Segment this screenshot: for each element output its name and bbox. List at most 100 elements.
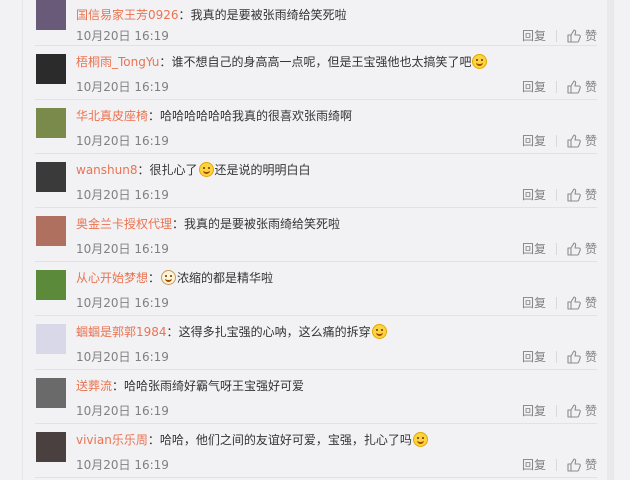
action-divider bbox=[555, 459, 557, 471]
like-label: 赞 bbox=[584, 29, 597, 43]
like-button[interactable]: 赞 bbox=[567, 348, 597, 365]
comment-timestamp: 10月20日 16:19 bbox=[76, 80, 169, 94]
comment-username[interactable]: wanshun8 bbox=[76, 163, 137, 177]
comment-actions: 回复 赞 bbox=[522, 294, 597, 311]
reply-button[interactable]: 回复 bbox=[522, 186, 546, 203]
reply-button[interactable]: 回复 bbox=[522, 348, 546, 365]
comment-content: 梧桐雨_TongYu：谁不想自己的身高高一点呢，但是王宝强他也太搞笑了吧 bbox=[76, 54, 597, 70]
comment-text: 哈哈，他们之间的友谊好可爱，宝强，扎心了吗 bbox=[159, 433, 412, 447]
comments-panel: 国信易家王芳0926：我真的是要被张雨绮给笑死啦 10月20日 16:19 回复赞梧… bbox=[22, 0, 614, 480]
avatar[interactable] bbox=[36, 270, 66, 300]
action-divider bbox=[555, 351, 557, 363]
like-button[interactable]: 赞 bbox=[567, 186, 597, 203]
laugh-cry-emoji bbox=[198, 162, 214, 177]
reply-button[interactable]: 回复 bbox=[522, 456, 546, 473]
comment-text: 这得多扎宝强的心呐，这么痛的拆穿 bbox=[178, 325, 371, 339]
comment-item: 送葬流：哈哈张雨绮好霸气呀王宝强好可爱 10月20日 16:19 回复 赞 bbox=[35, 370, 597, 424]
like-label: 赞 bbox=[584, 458, 597, 472]
like-button[interactable]: 赞 bbox=[567, 294, 597, 311]
thumbs-up-icon bbox=[567, 404, 581, 418]
like-button[interactable]: 赞 bbox=[567, 78, 597, 95]
comment-separator: ： bbox=[148, 271, 161, 285]
like-button[interactable]: 赞 bbox=[567, 132, 597, 149]
avatar[interactable] bbox=[36, 108, 66, 138]
comment-username[interactable]: vivian乐乐周 bbox=[76, 433, 148, 447]
comment-timestamp: 10月20日 16:19 bbox=[76, 296, 169, 310]
like-label: 赞 bbox=[584, 80, 597, 94]
comment-content: 从心开始梦想： 浓缩的都是精华啦 bbox=[76, 270, 597, 286]
comment-content: wanshun8：很扎心了 还是说的明明白白 bbox=[76, 162, 597, 178]
action-divider bbox=[555, 30, 557, 42]
thumbs-up-icon bbox=[567, 29, 581, 43]
reply-button[interactable]: 回复 bbox=[522, 27, 546, 44]
comment-separator: ： bbox=[137, 163, 150, 177]
avatar[interactable] bbox=[36, 324, 66, 354]
avatar[interactable] bbox=[36, 378, 66, 408]
comment-content: 奥金兰卡授权代理：我真的是要被张雨绮给笑死啦 bbox=[76, 216, 597, 232]
action-divider bbox=[555, 405, 557, 417]
action-divider bbox=[555, 81, 557, 93]
reply-button[interactable]: 回复 bbox=[522, 132, 546, 149]
comment-text: 浓缩的都是精华啦 bbox=[177, 271, 274, 285]
reply-button[interactable]: 回复 bbox=[522, 78, 546, 95]
comment-username[interactable]: 华北真皮座椅 bbox=[76, 109, 148, 123]
comment-text: 我真的是要被张雨绮给笑死啦 bbox=[184, 217, 341, 231]
comment-content: 华北真皮座椅：哈哈哈哈哈哈我真的很喜欢张雨绮啊 bbox=[76, 108, 597, 124]
comment-timestamp: 10月20日 16:19 bbox=[76, 29, 169, 43]
comment-timestamp: 10月20日 16:19 bbox=[76, 242, 169, 256]
comment-username[interactable]: 送葬流 bbox=[76, 379, 112, 393]
comment-username[interactable]: 从心开始梦想 bbox=[76, 271, 148, 285]
comment-separator: ： bbox=[112, 379, 125, 393]
comment-text: 哈哈哈哈哈哈我真的很喜欢张雨绮啊 bbox=[160, 109, 353, 123]
avatar[interactable] bbox=[36, 216, 66, 246]
action-divider bbox=[555, 297, 557, 309]
comment-username[interactable]: 国信易家王芳0926 bbox=[76, 8, 179, 22]
comment-content: 送葬流：哈哈张雨绮好霸气呀王宝强好可爱 bbox=[76, 378, 597, 394]
laugh-cry-emoji bbox=[472, 54, 488, 69]
thumbs-up-icon bbox=[567, 242, 581, 256]
avatar[interactable] bbox=[36, 54, 66, 84]
like-button[interactable]: 赞 bbox=[567, 27, 597, 44]
comment-timestamp: 10月20日 16:19 bbox=[76, 458, 169, 472]
reply-button[interactable]: 回复 bbox=[522, 240, 546, 257]
like-label: 赞 bbox=[584, 134, 597, 148]
like-button[interactable]: 赞 bbox=[567, 240, 597, 257]
comment-actions: 回复 赞 bbox=[522, 27, 597, 44]
avatar[interactable] bbox=[36, 162, 66, 192]
comment-actions: 回复 赞 bbox=[522, 456, 597, 473]
comment-text: 很扎心了 bbox=[149, 163, 198, 177]
comment-username[interactable]: 奥金兰卡授权代理 bbox=[76, 217, 172, 231]
action-divider bbox=[555, 189, 557, 201]
comment-timestamp: 10月20日 16:19 bbox=[76, 134, 169, 148]
reply-button[interactable]: 回复 bbox=[522, 402, 546, 419]
comment-item: 国信易家王芳0926：我真的是要被张雨绮给笑死啦 10月20日 16:19 回复 赞 bbox=[35, 0, 597, 46]
like-button[interactable]: 赞 bbox=[567, 456, 597, 473]
thumbs-up-icon bbox=[567, 296, 581, 310]
avatar[interactable] bbox=[36, 432, 66, 462]
scrollbar[interactable] bbox=[607, 0, 613, 480]
reply-button[interactable]: 回复 bbox=[522, 294, 546, 311]
comment-content: 蝈蝈是郭郭1984：这得多扎宝强的心呐，这么痛的拆穿 bbox=[76, 324, 597, 340]
comment-actions: 回复 赞 bbox=[522, 186, 597, 203]
action-divider bbox=[555, 243, 557, 255]
comment-actions: 回复 赞 bbox=[522, 402, 597, 419]
comment-separator: ： bbox=[148, 109, 161, 123]
comment-item: 梧桐雨_TongYu：谁不想自己的身高高一点呢，但是王宝强他也太搞笑了吧 10月2… bbox=[35, 46, 597, 100]
comment-content: vivian乐乐周：哈哈，他们之间的友谊好可爱，宝强，扎心了吗 bbox=[76, 432, 597, 448]
like-label: 赞 bbox=[584, 350, 597, 364]
comment-username[interactable]: 蝈蝈是郭郭1984 bbox=[76, 325, 167, 339]
comment-timestamp: 10月20日 16:19 bbox=[76, 188, 169, 202]
avatar[interactable] bbox=[36, 0, 66, 30]
comment-actions: 回复 赞 bbox=[522, 240, 597, 257]
like-button[interactable]: 赞 bbox=[567, 402, 597, 419]
comment-username[interactable]: 梧桐雨_TongYu bbox=[76, 55, 159, 69]
comment-list: 国信易家王芳0926：我真的是要被张雨绮给笑死啦 10月20日 16:19 回复赞梧… bbox=[35, 0, 597, 478]
comment-timestamp: 10月20日 16:19 bbox=[76, 350, 169, 364]
bear-emoji bbox=[161, 270, 177, 285]
comment-item: 从心开始梦想： 浓缩的都是精华啦 10月20日 16:19 回复 赞 bbox=[35, 262, 597, 316]
comment-separator: ： bbox=[147, 433, 160, 447]
comment-item: 奥金兰卡授权代理：我真的是要被张雨绮给笑死啦 10月20日 16:19 回复 赞 bbox=[35, 208, 597, 262]
like-label: 赞 bbox=[584, 296, 597, 310]
comment-text: 还是说的明明白白 bbox=[214, 163, 311, 177]
comment-item: wanshun8：很扎心了 还是说的明明白白 10月20日 16:19 回复 赞 bbox=[35, 154, 597, 208]
